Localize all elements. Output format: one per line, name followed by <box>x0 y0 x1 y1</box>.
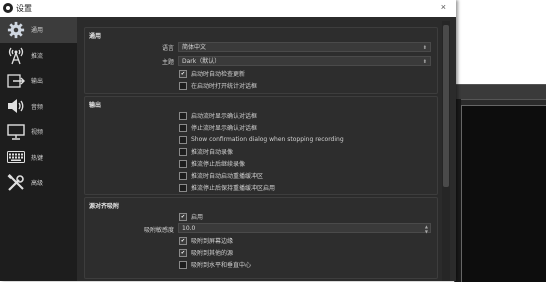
sidebar-item-audio[interactable]: 音频 <box>0 94 77 120</box>
check-replay-buffer-start[interactable]: 推流时自动启动重播缓冲区 <box>179 171 263 180</box>
sidebar-item-video[interactable]: 视频 <box>0 119 77 145</box>
sidebar: 通用 推流 输出 音频 视频 热键 高级 <box>0 17 77 281</box>
check-label: 吸附到屏幕边缘 <box>191 238 234 245</box>
check-label: 启动时自动检查更新 <box>191 71 246 78</box>
check-label: 推流时自动录像 <box>191 149 234 156</box>
checkbox[interactable] <box>179 260 187 269</box>
background-window <box>454 84 546 282</box>
vertical-scrollbar[interactable] <box>442 21 450 281</box>
language-value: 简体中文 <box>182 44 207 51</box>
sidebar-item-label: 推流 <box>31 52 44 60</box>
sidebar-item-output[interactable]: 输出 <box>0 68 77 94</box>
tools-icon <box>5 172 27 194</box>
output-group-title: 输出 <box>89 102 102 109</box>
check-confirm-stop-recording[interactable]: Show confirmation dialog when stopping r… <box>179 135 344 144</box>
broadcast-icon <box>5 44 27 66</box>
background-window-preview <box>461 105 546 282</box>
settings-window: 设置 × 通用 推流 输出 音频 视频 热键 高级 通用 语言 简体中文 ⬍ 主… <box>0 0 456 281</box>
close-button[interactable]: × <box>441 2 446 12</box>
check-label: 推流停止后保持重播缓冲区启用 <box>191 185 276 192</box>
checkbox[interactable]: ✔ <box>179 236 187 245</box>
check-label: 启动流时显示确认对话框 <box>191 113 258 120</box>
check-label: 在启动时打开统计对话框 <box>191 83 258 90</box>
chevron-updown-icon: ⬍ <box>422 59 427 65</box>
snap-sensitivity-label: 吸附敏感度 <box>143 227 174 234</box>
check-snapping-enable[interactable]: ✔ 启用 <box>179 212 203 221</box>
check-label: 吸附到水平和垂直中心 <box>191 262 252 269</box>
checkbox[interactable] <box>179 159 187 168</box>
gear-icon <box>5 19 27 41</box>
language-label: 语言 <box>161 45 174 52</box>
checkbox[interactable] <box>179 123 187 132</box>
output-icon <box>5 70 27 92</box>
check-label: 推流时自动启动重播缓冲区 <box>191 173 264 180</box>
keyboard-icon <box>5 146 27 168</box>
check-confirm-start-stream[interactable]: 启动流时显示确认对话框 <box>179 111 257 120</box>
sidebar-item-label: 高级 <box>31 180 44 188</box>
spin-arrows-icon[interactable]: ▲ ▼ <box>425 224 428 234</box>
theme-value: Dark（默认） <box>182 58 221 65</box>
sidebar-item-advanced[interactable]: 高级 <box>0 170 77 196</box>
theme-select[interactable]: Dark（默认） ⬍ <box>178 56 431 66</box>
check-confirm-stop-stream[interactable]: 停止流时显示确认对话框 <box>179 123 257 132</box>
check-record-when-streaming[interactable]: 推流时自动录像 <box>179 147 233 156</box>
theme-label: 主题 <box>161 59 174 66</box>
sidebar-item-stream[interactable]: 推流 <box>0 43 77 69</box>
sidebar-item-general[interactable]: 通用 <box>0 17 77 43</box>
check-label: 吸附到其他的源 <box>191 250 234 257</box>
snap-sensitivity-spinbox[interactable]: 10.0 ▲ ▼ <box>178 223 431 234</box>
speaker-icon <box>5 95 27 117</box>
check-label: 推流停止后继续录像 <box>191 161 246 168</box>
snapping-group: 源对齐吸附 <box>84 197 438 279</box>
checkbox[interactable]: ✔ <box>179 248 187 257</box>
checkbox[interactable] <box>179 111 187 120</box>
sidebar-item-label: 通用 <box>31 27 44 35</box>
snapping-group-title: 源对齐吸附 <box>89 203 120 210</box>
checkbox[interactable] <box>179 147 187 156</box>
check-auto-update[interactable]: ✔ 启动时自动检查更新 <box>179 69 245 78</box>
check-replay-buffer-keep[interactable]: 推流停止后保持重播缓冲区启用 <box>179 183 275 192</box>
output-group: 输出 <box>84 96 438 195</box>
check-label: Show confirmation dialog when stopping r… <box>191 136 344 143</box>
language-select[interactable]: 简体中文 ⬍ <box>178 42 431 52</box>
checkbox[interactable]: ✔ <box>179 69 187 78</box>
checkbox[interactable]: ✔ <box>179 212 187 221</box>
titlebar: 设置 × <box>0 0 456 17</box>
check-label: 停止流时显示确认对话框 <box>191 125 258 132</box>
snap-sensitivity-value: 10.0 <box>182 225 196 232</box>
sidebar-item-label: 输出 <box>31 78 44 86</box>
checkbox[interactable] <box>179 81 187 90</box>
obs-logo-icon <box>3 3 13 13</box>
check-label: 启用 <box>191 214 204 221</box>
checkbox[interactable] <box>179 135 187 144</box>
sidebar-item-hotkeys[interactable]: 热键 <box>0 145 77 171</box>
checkbox[interactable] <box>179 183 187 192</box>
general-group-title: 通用 <box>89 33 102 40</box>
background-window-titlebar <box>455 85 546 100</box>
scrollbar-thumb[interactable] <box>443 25 449 187</box>
check-keep-recording[interactable]: 推流停止后继续录像 <box>179 159 245 168</box>
sidebar-item-label: 热键 <box>31 154 44 162</box>
check-snap-screen-edges[interactable]: ✔ 吸附到屏幕边缘 <box>179 236 233 245</box>
sidebar-item-label: 音频 <box>31 103 44 111</box>
checkbox[interactable] <box>179 171 187 180</box>
check-snap-other-sources[interactable]: ✔ 吸附到其他的源 <box>179 248 233 257</box>
monitor-icon <box>5 121 27 143</box>
check-open-stats[interactable]: 在启动时打开统计对话框 <box>179 81 257 90</box>
check-snap-center[interactable]: 吸附到水平和垂直中心 <box>179 260 251 269</box>
chevron-updown-icon: ⬍ <box>422 45 427 51</box>
sidebar-item-label: 视频 <box>31 129 44 137</box>
window-title: 设置 <box>16 4 32 13</box>
